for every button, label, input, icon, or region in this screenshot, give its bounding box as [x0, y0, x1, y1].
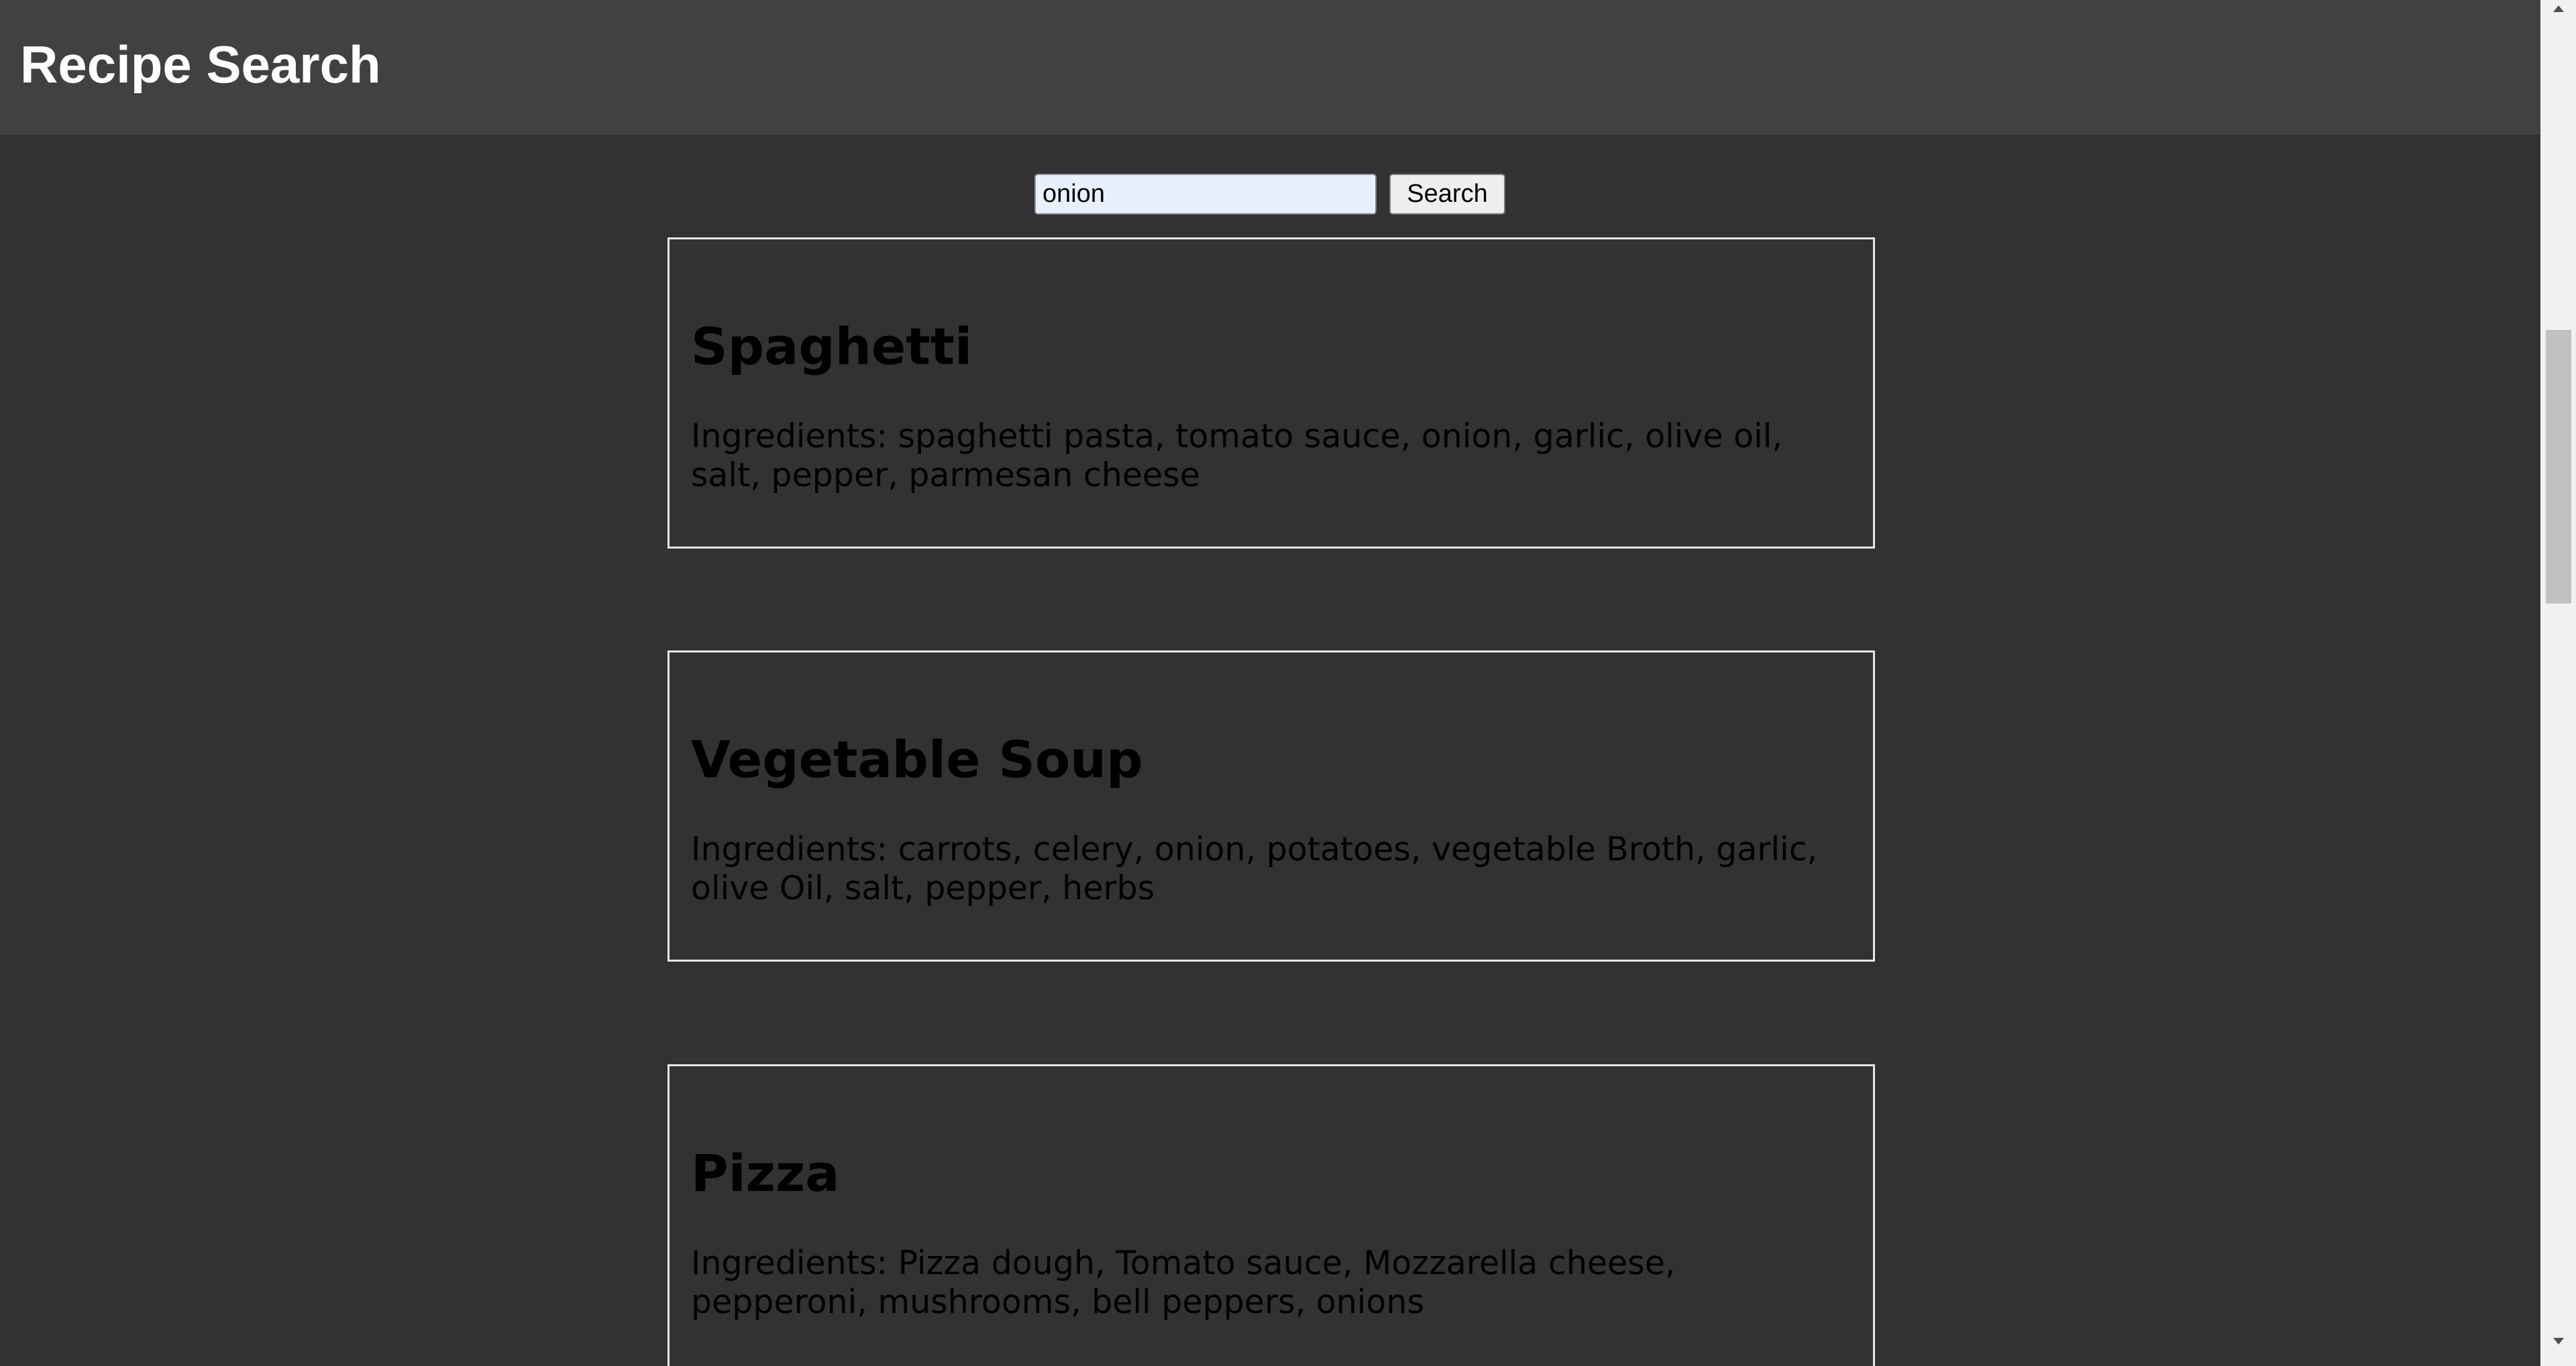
- search-button[interactable]: Search: [1389, 174, 1505, 215]
- recipe-title: Vegetable Soup: [691, 730, 1143, 789]
- scrollbar-thumb[interactable]: [2546, 330, 2571, 604]
- recipe-card: Vegetable Soup Ingredients: carrots, cel…: [667, 650, 1875, 962]
- page-viewport: Recipe Search Search Spaghetti Ingredien…: [0, 0, 2540, 1366]
- recipe-card: Spaghetti Ingredients: spaghetti pasta, …: [667, 237, 1875, 549]
- recipe-ingredients: Ingredients: spaghetti pasta, tomato sau…: [691, 417, 1782, 494]
- recipe-ingredients: Ingredients: carrots, celery, onion, pot…: [691, 830, 1818, 907]
- recipe-title: Spaghetti: [691, 317, 973, 376]
- page-header: Recipe Search: [0, 0, 2540, 135]
- recipe-ingredients: Ingredients: Pizza dough, Tomato sauce, …: [691, 1244, 1676, 1321]
- page-title: Recipe Search: [20, 35, 381, 94]
- search-input[interactable]: [1034, 174, 1377, 215]
- recipe-card: Pizza Ingredients: Pizza dough, Tomato s…: [667, 1064, 1875, 1366]
- recipe-title: Pizza: [691, 1143, 840, 1203]
- scroll-down-button[interactable]: [2540, 1336, 2576, 1363]
- triangle-up-icon: [2553, 5, 2564, 12]
- scroll-up-button[interactable]: [2540, 4, 2576, 31]
- vertical-scrollbar[interactable]: [2540, 0, 2576, 1366]
- triangle-down-icon: [2553, 1338, 2564, 1345]
